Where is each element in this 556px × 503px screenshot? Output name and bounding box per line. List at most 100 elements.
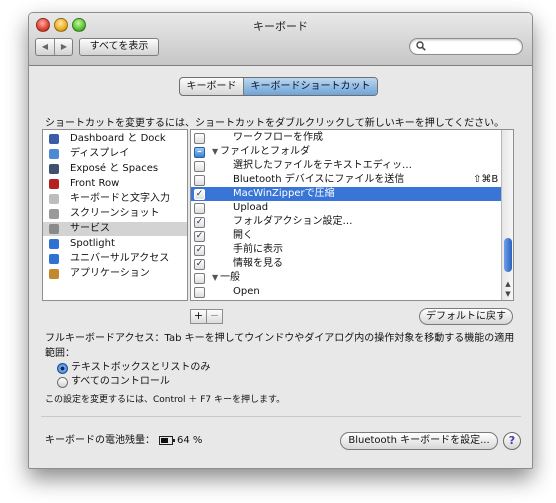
category-item[interactable]: スクリーンショット [43, 207, 187, 221]
add-shortcut-button[interactable]: + [190, 309, 207, 324]
shortcut-label: ファイルとフォルダ [220, 146, 310, 157]
category-item[interactable]: キーボードと文字入力 [43, 192, 187, 206]
category-label: Exposé と Spaces [70, 163, 159, 174]
category-item[interactable]: Front Row [43, 177, 187, 191]
shortcut-label: Open [233, 286, 260, 297]
back-forward-control: ◀ ▶ [35, 38, 73, 56]
window-title: キーボード [253, 20, 308, 33]
radio-label: すべてのコントロール [71, 376, 170, 387]
category-item[interactable]: ディスプレイ [43, 147, 187, 161]
back-arrow-icon[interactable]: ◀ [36, 39, 54, 55]
control-f7-hint: この設定を変更するには、Control ＋ F7 キーを押します。 [45, 395, 286, 405]
forward-arrow-icon[interactable]: ▶ [55, 39, 73, 55]
shortcut-group-row[interactable]: – ▼ ファイルとフォルダ [191, 145, 501, 159]
front-row-icon [49, 179, 59, 189]
shortcut-row[interactable]: ✓ 開く [191, 229, 501, 243]
add-remove-control: + − [190, 309, 223, 324]
shortcut-checkbox[interactable]: ✓ [194, 189, 205, 200]
search-input[interactable] [430, 39, 516, 54]
shortcut-checkbox[interactable]: ✓ [194, 231, 205, 242]
divider [41, 416, 521, 417]
battery-icon [159, 435, 175, 445]
category-label: Front Row [70, 178, 120, 189]
shortcut-row[interactable]: ✓ 手前に表示 [191, 243, 501, 257]
show-all-button[interactable]: すべてを表示 [79, 38, 159, 56]
shortcut-checkbox[interactable]: ✓ [194, 217, 205, 228]
battery-value: 64 % [177, 435, 203, 446]
category-item[interactable]: サービス [43, 222, 187, 236]
tab-keyboard[interactable]: キーボード [180, 78, 244, 95]
category-label: サービス [70, 223, 110, 234]
shortcut-label: Upload [233, 202, 269, 213]
spotlight-icon [49, 239, 59, 249]
disclosure-triangle-icon[interactable]: ▼ [212, 271, 218, 285]
shortcut-checkbox[interactable] [194, 133, 205, 144]
category-item[interactable]: ユニバーサルアクセス [43, 252, 187, 266]
shortcut-label: 情報を見る [233, 258, 283, 269]
full-keyboard-access-label: フルキーボードアクセス：Tab キーを押してウインドウやダイアログ内の操作対象を… [45, 333, 515, 359]
shortcut-list-scrollbar[interactable]: ▲ ▼ [501, 130, 513, 300]
category-label: アプリケーション [70, 268, 150, 279]
shortcut-checkbox[interactable]: ✓ [194, 245, 205, 256]
shortcut-checkbox[interactable] [194, 287, 205, 298]
keyboard-preferences-window: キーボード ◀ ▶ すべてを表示 キーボード キーボードショートカット ショート… [28, 12, 533, 469]
expose-icon [49, 164, 59, 174]
disclosure-triangle-icon[interactable]: ▼ [212, 145, 218, 159]
tab-control: キーボード キーボードショートカット [179, 77, 378, 96]
shortcut-row[interactable]: ワークフローを作成 [191, 131, 501, 145]
help-button[interactable]: ? [503, 432, 521, 450]
shortcut-row[interactable]: Bluetooth デバイスにファイルを送信 ⇧⌘B [191, 173, 501, 187]
shortcut-label: 選択したファイルをテキストエディッ… [233, 160, 412, 171]
shortcut-checkbox[interactable] [194, 203, 205, 214]
category-item[interactable]: Dashboard と Dock [43, 132, 187, 146]
shortcut-label: 開く [233, 230, 253, 241]
shortcut-checkbox[interactable] [194, 161, 205, 172]
shortcut-row[interactable]: ✓ フォルダアクション設定… [191, 215, 501, 229]
radio-button[interactable] [57, 377, 68, 388]
battery-status: キーボードの電池残量： 64 % [45, 434, 202, 448]
category-item[interactable]: Spotlight [43, 237, 187, 251]
shortcut-label: 手前に表示 [233, 244, 283, 255]
category-item[interactable]: アプリケーション [43, 267, 187, 281]
instruction-text: ショートカットを変更するには、ショートカットをダブルクリックして新しいキーを押し… [45, 118, 505, 129]
remove-shortcut-button[interactable]: − [206, 309, 223, 324]
applications-icon [49, 269, 59, 279]
shortcut-row[interactable]: Upload [191, 201, 501, 215]
shortcut-label: 一般 [220, 272, 240, 283]
tab-keyboard-shortcuts[interactable]: キーボードショートカット [244, 78, 377, 95]
keyboard-icon [49, 194, 59, 204]
dashboard-icon [49, 134, 59, 144]
shortcut-row[interactable]: ✓ 情報を見る [191, 257, 501, 271]
shortcut-key[interactable]: ⇧⌘B [473, 173, 498, 187]
shortcut-label: MacWinZipperで圧縮 [233, 188, 335, 199]
search-icon [416, 41, 426, 51]
shortcut-checkbox[interactable]: ✓ [194, 259, 205, 270]
shortcut-checkbox[interactable] [194, 273, 205, 284]
category-label: Spotlight [70, 238, 115, 249]
title-bar: キーボード ◀ ▶ すべてを表示 [29, 13, 532, 66]
radio-button-selected[interactable] [57, 363, 68, 374]
search-field[interactable] [409, 38, 523, 55]
shortcut-list: ワークフローを作成 – ▼ ファイルとフォルダ 選択したファイルをテキストエディッ… Bl… [190, 129, 514, 301]
shortcut-label: Bluetooth デバイスにファイルを送信 [233, 174, 405, 185]
category-item[interactable]: Exposé と Spaces [43, 162, 187, 176]
setup-bluetooth-keyboard-button[interactable]: Bluetooth キーボードを設定... [340, 432, 498, 450]
shortcut-label: ワークフローを作成 [233, 132, 323, 143]
scroll-up-arrow-icon[interactable]: ▲ [502, 279, 513, 289]
category-label: Dashboard と Dock [70, 133, 166, 144]
category-label: ユニバーサルアクセス [70, 253, 170, 264]
shortcut-checkbox[interactable] [194, 175, 205, 186]
shortcut-row[interactable]: ✓ MacWinZipperで圧縮 [191, 187, 501, 201]
battery-label: キーボードの電池残量： [45, 435, 155, 446]
category-label: ディスプレイ [70, 148, 130, 159]
scrollbar-thumb[interactable] [504, 238, 512, 272]
display-icon [49, 149, 59, 159]
restore-defaults-button[interactable]: デフォルトに戻す [419, 308, 513, 325]
shortcut-row[interactable]: Open [191, 285, 501, 299]
category-label: キーボードと文字入力 [70, 193, 170, 204]
shortcut-group-row[interactable]: ▼ 一般 [191, 271, 501, 285]
scroll-down-arrow-icon[interactable]: ▼ [502, 289, 513, 299]
shortcut-row[interactable]: 選択したファイルをテキストエディッ… [191, 159, 501, 173]
shortcut-category-list: Dashboard と Dock ディスプレイ Exposé と Spaces Fro… [42, 129, 188, 301]
shortcut-checkbox[interactable]: – [194, 147, 205, 158]
